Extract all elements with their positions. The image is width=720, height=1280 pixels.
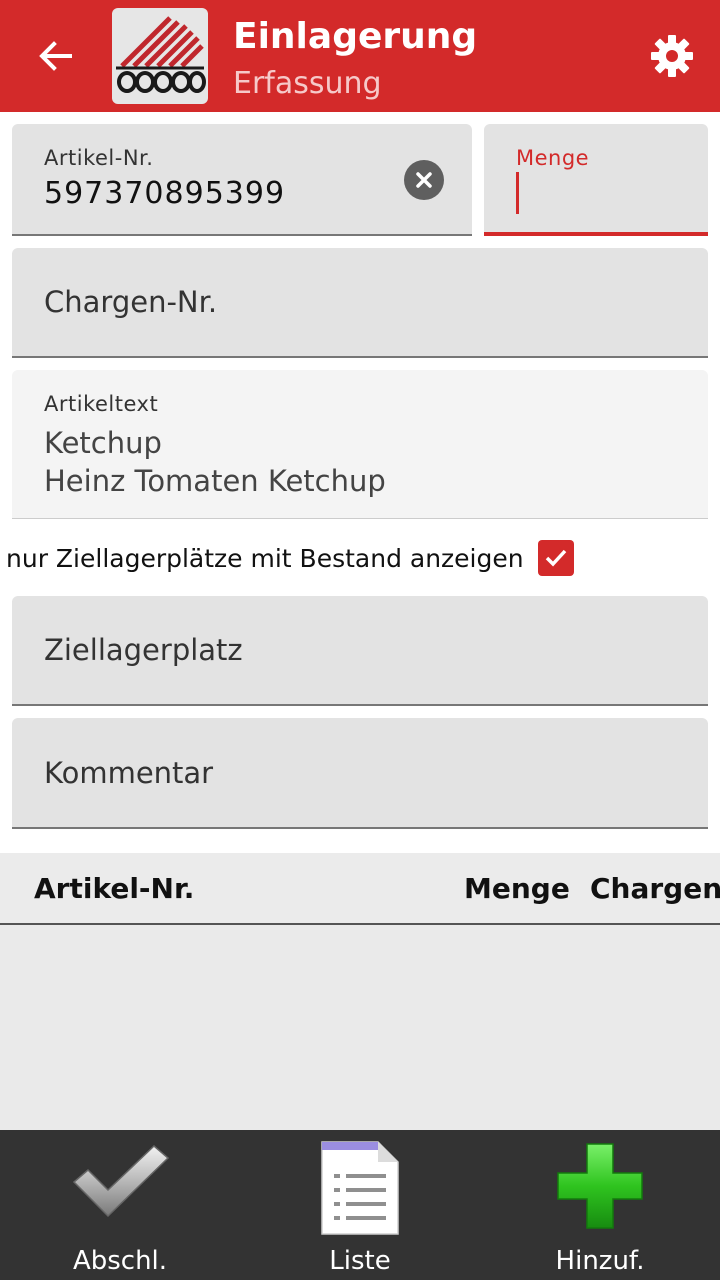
list-document-icon bbox=[320, 1140, 400, 1240]
finish-button[interactable]: Abschl. bbox=[0, 1130, 240, 1280]
ziellagerplatz-label: Ziellagerplatz bbox=[44, 633, 243, 667]
ziellagerplatz-field[interactable]: Ziellagerplatz bbox=[12, 596, 708, 706]
cosys-logo bbox=[112, 8, 208, 104]
artikeltext-field: Artikeltext Ketchup Heinz Tomaten Ketchu… bbox=[12, 370, 708, 519]
artikeltext-line-2: Heinz Tomaten Ketchup bbox=[44, 464, 386, 498]
back-arrow-icon[interactable] bbox=[30, 30, 82, 82]
kommentar-label: Kommentar bbox=[44, 756, 214, 790]
artikeltext-label: Artikeltext bbox=[44, 392, 159, 416]
menge-label: Menge bbox=[516, 146, 590, 170]
table-body[interactable] bbox=[0, 925, 720, 1130]
text-cursor bbox=[516, 172, 519, 214]
add-label: Hinzuf. bbox=[555, 1246, 645, 1276]
menge-field[interactable]: Menge bbox=[484, 124, 708, 236]
finish-label: Abschl. bbox=[72, 1246, 168, 1276]
artikeltext-value: Ketchup Heinz Tomaten Ketchup bbox=[44, 424, 386, 500]
page-title: Einlagerung bbox=[233, 16, 478, 57]
column-header-menge[interactable]: Menge bbox=[464, 853, 570, 923]
artikel-nr-value: 597370895399 bbox=[44, 176, 286, 211]
list-button[interactable]: Liste bbox=[240, 1130, 480, 1280]
artikeltext-line-1: Ketchup bbox=[44, 426, 162, 460]
artikel-nr-label: Artikel-Nr. bbox=[44, 146, 154, 170]
list-label: Liste bbox=[329, 1246, 391, 1276]
add-button[interactable]: Hinzuf. bbox=[480, 1130, 720, 1280]
gear-icon[interactable] bbox=[646, 30, 698, 82]
chargen-nr-field[interactable]: Chargen-Nr. bbox=[12, 248, 708, 358]
table-header: Artikel-Nr. Menge Chargen-Nr. bbox=[0, 853, 720, 925]
page-subtitle: Erfassung bbox=[233, 66, 382, 101]
bottom-action-bar: Abschl. Liste Hinzuf. bbox=[0, 1130, 720, 1280]
column-header-chargen-nr[interactable]: Chargen-Nr. bbox=[590, 853, 720, 923]
kommentar-field[interactable]: Kommentar bbox=[12, 718, 708, 829]
stock-filter-checkbox[interactable] bbox=[537, 540, 574, 576]
stock-filter-row: nur Ziellagerplätze mit Bestand anzeigen bbox=[6, 536, 574, 580]
checkmark-icon bbox=[70, 1140, 170, 1224]
clear-icon[interactable] bbox=[404, 160, 444, 200]
stock-filter-label: nur Ziellagerplätze mit Bestand anzeigen bbox=[6, 543, 524, 573]
chargen-nr-label: Chargen-Nr. bbox=[44, 285, 218, 319]
column-header-artikel-nr[interactable]: Artikel-Nr. bbox=[34, 853, 194, 923]
app-bar: Einlagerung Erfassung bbox=[0, 0, 720, 112]
plus-icon bbox=[554, 1140, 646, 1236]
artikel-nr-field[interactable]: Artikel-Nr. 597370895399 bbox=[12, 124, 472, 236]
